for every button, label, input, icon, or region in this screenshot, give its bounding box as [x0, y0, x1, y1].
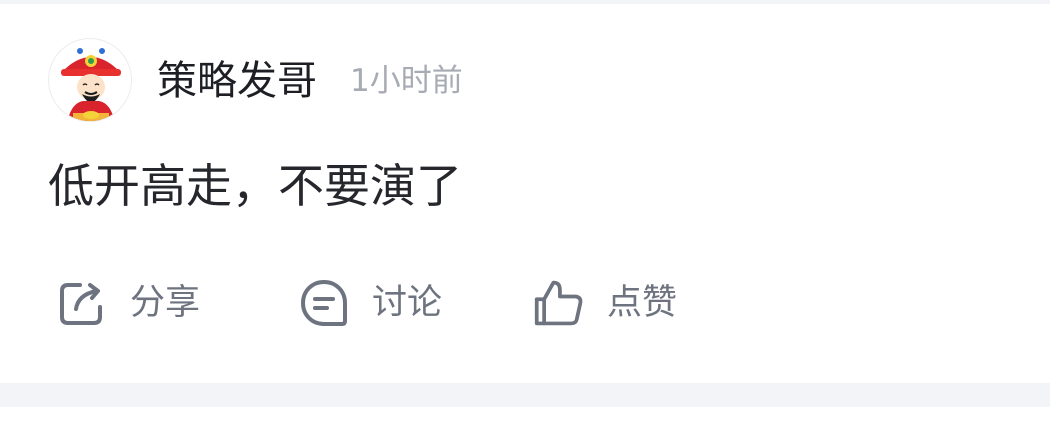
like-button[interactable]: 点赞 — [533, 271, 677, 335]
thumbs-up-icon — [533, 277, 585, 329]
like-label: 点赞 — [607, 283, 678, 323]
discuss-button[interactable]: 讨论 — [298, 271, 442, 335]
comment-icon — [298, 277, 350, 329]
avatar[interactable] — [48, 38, 132, 122]
post-timestamp: 1小时前 — [350, 63, 463, 99]
share-button[interactable]: 分享 — [56, 271, 200, 335]
post-content: 低开高走，不要演了 — [48, 159, 462, 213]
bottom-separator — [0, 383, 1050, 407]
author-name[interactable]: 策略发哥 — [157, 56, 317, 106]
discuss-label: 讨论 — [372, 283, 443, 323]
share-icon — [56, 277, 108, 329]
fortune-god-avatar-icon — [61, 48, 121, 121]
share-label: 分享 — [130, 283, 201, 323]
